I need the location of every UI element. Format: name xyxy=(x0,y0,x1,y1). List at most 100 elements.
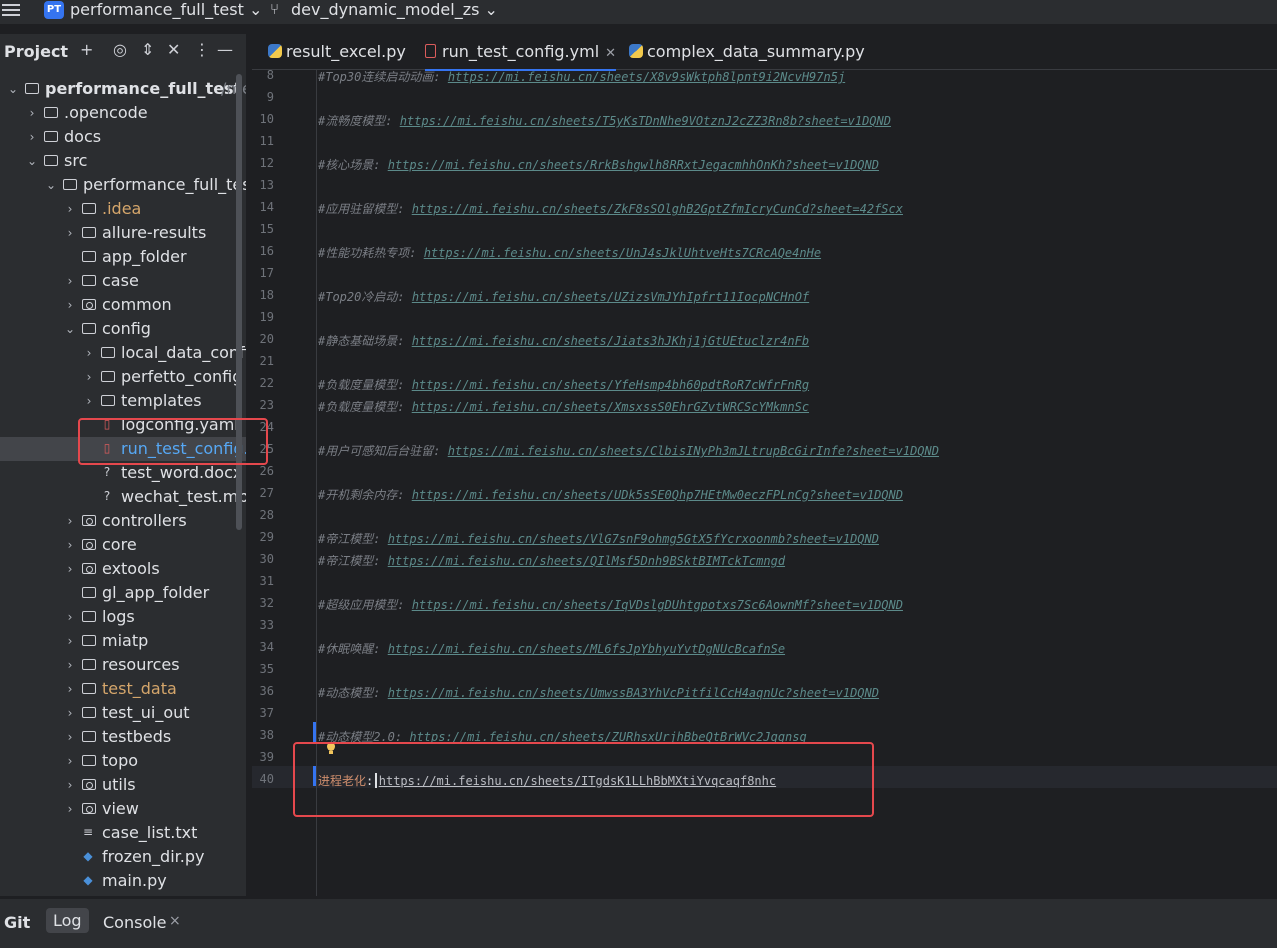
chevron-down-icon[interactable]: ⌄ xyxy=(25,149,39,173)
code-line[interactable]: #休眠唤醒: https://mi.feishu.cn/sheets/ML6fs… xyxy=(318,640,785,657)
code-line[interactable]: #用户可感知后台驻留: https://mi.feishu.cn/sheets/… xyxy=(318,442,939,459)
target-icon[interactable]: ◎ xyxy=(113,40,127,59)
close-icon[interactable]: ✕ xyxy=(605,46,616,61)
git-tool-title[interactable]: Git xyxy=(4,913,30,932)
tree-item[interactable]: › testbeds xyxy=(0,725,246,749)
expand-icon[interactable]: ⇕ xyxy=(141,40,154,59)
add-icon[interactable]: + xyxy=(80,40,93,59)
chevron-right-icon[interactable]: › xyxy=(63,533,77,557)
tree-item[interactable]: › docs xyxy=(0,125,246,149)
tree-item[interactable]: ≡ case_list.txt xyxy=(0,821,246,845)
chevron-right-icon[interactable]: › xyxy=(63,605,77,629)
chevron-right-icon[interactable]: › xyxy=(63,509,77,533)
tab-log[interactable]: Log xyxy=(46,908,89,933)
code-url[interactable]: https://mi.feishu.cn/sheets/ClbisINyPh3m… xyxy=(448,444,939,458)
code-url[interactable]: https://mi.feishu.cn/sheets/UnJ4sJklUhtv… xyxy=(424,246,821,260)
code-url[interactable]: https://mi.feishu.cn/sheets/IqVDslgDUhtg… xyxy=(412,598,903,612)
tree-item[interactable]: › allure-results xyxy=(0,221,246,245)
chevron-right-icon[interactable]: › xyxy=(63,197,77,221)
code-line[interactable]: #应用驻留模型: https://mi.feishu.cn/sheets/ZkF… xyxy=(318,200,903,217)
tree-item[interactable]: › templates xyxy=(0,389,246,413)
change-marker[interactable] xyxy=(313,722,316,742)
tab-console[interactable]: Console xyxy=(103,913,167,932)
branch-switcher[interactable]: dev_dynamic_model_zs ⌄ xyxy=(291,0,498,19)
tree-item[interactable]: ◆ frozen_dir.py xyxy=(0,845,246,869)
code-line[interactable]: #负载度量模型: https://mi.feishu.cn/sheets/Xms… xyxy=(318,398,809,415)
close-icon[interactable]: × xyxy=(169,913,181,929)
chevron-down-icon[interactable]: ⌄ xyxy=(44,173,58,197)
tree-item[interactable]: ? wechat_test.mp4 xyxy=(0,485,246,509)
tree-item[interactable]: › topo xyxy=(0,749,246,773)
tree-item[interactable]: › test_data xyxy=(0,677,246,701)
branch-icon[interactable]: ⑂ xyxy=(270,0,279,18)
tree-item[interactable]: › common xyxy=(0,293,246,317)
code-url[interactable]: https://mi.feishu.cn/sheets/UZizsVmJYhIp… xyxy=(412,290,809,304)
code-url[interactable]: https://mi.feishu.cn/sheets/RrkBshgwlh8R… xyxy=(388,158,879,172)
tree-item[interactable]: ⌄ performance_full_test/me xyxy=(0,77,246,101)
minimize-icon[interactable]: — xyxy=(217,40,233,59)
tab-complex-data-summary[interactable]: complex_data_summary.py xyxy=(629,34,865,69)
chevron-right-icon[interactable]: › xyxy=(63,293,77,317)
chevron-right-icon[interactable]: › xyxy=(25,125,39,149)
code-line[interactable]: #动态模型: https://mi.feishu.cn/sheets/Umwss… xyxy=(318,684,879,701)
code-url[interactable]: https://mi.feishu.cn/sheets/QIlMsf5Dnh9B… xyxy=(388,554,785,568)
tree-item[interactable]: › core xyxy=(0,533,246,557)
tree-item[interactable]: ◆ main.py xyxy=(0,869,246,893)
chevron-right-icon[interactable]: › xyxy=(25,101,39,125)
tree-item[interactable]: › .idea xyxy=(0,197,246,221)
chevron-right-icon[interactable]: › xyxy=(82,365,96,389)
tree-item[interactable]: › view xyxy=(0,797,246,821)
chevron-right-icon[interactable]: › xyxy=(63,557,77,581)
tree-item[interactable]: ⌄ src xyxy=(0,149,246,173)
chevron-right-icon[interactable]: › xyxy=(63,725,77,749)
chevron-right-icon[interactable]: › xyxy=(63,797,77,821)
code-line[interactable]: #静态基础场景: https://mi.feishu.cn/sheets/Jia… xyxy=(318,332,809,349)
code-line[interactable]: #帝江模型: https://mi.feishu.cn/sheets/QIlMs… xyxy=(318,552,785,569)
tree-item[interactable]: › miatp xyxy=(0,629,246,653)
code-url[interactable]: https://mi.feishu.cn/sheets/Jiats3hJKhj1… xyxy=(412,334,809,348)
more-icon[interactable]: ⋮ xyxy=(194,40,210,59)
code-url[interactable]: https://mi.feishu.cn/sheets/UmwssBA3YhVc… xyxy=(388,686,879,700)
code-line[interactable]: #性能功耗热专项: https://mi.feishu.cn/sheets/Un… xyxy=(318,244,821,261)
chevron-right-icon[interactable]: › xyxy=(82,341,96,365)
code-url[interactable]: https://mi.feishu.cn/sheets/ZkF8sSOlghB2… xyxy=(412,202,903,216)
collapse-icon[interactable]: ✕ xyxy=(167,40,180,59)
code-url[interactable]: https://mi.feishu.cn/sheets/ML6fsJpYbhyu… xyxy=(388,642,785,656)
tree-item[interactable]: › test_ui_out xyxy=(0,701,246,725)
code-line[interactable]: #帝江模型: https://mi.feishu.cn/sheets/VlG7s… xyxy=(318,530,879,547)
code-line[interactable]: #Top30连续启动动画: https://mi.feishu.cn/sheet… xyxy=(318,68,845,85)
tree-item[interactable]: › local_data_config xyxy=(0,341,246,365)
code-line[interactable]: #超级应用模型: https://mi.feishu.cn/sheets/IqV… xyxy=(318,596,903,613)
tree-item[interactable]: › logs xyxy=(0,605,246,629)
chevron-right-icon[interactable]: › xyxy=(63,773,77,797)
tree-item[interactable]: › controllers xyxy=(0,509,246,533)
tree-item[interactable]: ⌄ performance_full_test xyxy=(0,173,246,197)
code-url[interactable]: https://mi.feishu.cn/sheets/T5yKsTDnNhe9… xyxy=(400,114,891,128)
tree-item[interactable]: › .opencode xyxy=(0,101,246,125)
code-line[interactable]: #流畅度模型: https://mi.feishu.cn/sheets/T5yK… xyxy=(318,112,891,129)
code-line[interactable]: #Top20冷启动: https://mi.feishu.cn/sheets/U… xyxy=(318,288,809,305)
project-panel-title[interactable]: Project xyxy=(4,42,68,61)
main-menu-icon[interactable] xyxy=(2,2,20,18)
chevron-right-icon[interactable]: › xyxy=(63,269,77,293)
chevron-down-icon[interactable]: ⌄ xyxy=(6,77,20,101)
tree-item[interactable]: app_folder xyxy=(0,245,246,269)
tab-result-excel[interactable]: result_excel.py xyxy=(268,34,406,69)
code-url[interactable]: https://mi.feishu.cn/sheets/X8v9sWktph8l… xyxy=(448,70,845,84)
chevron-right-icon[interactable]: › xyxy=(63,221,77,245)
code-url[interactable]: https://mi.feishu.cn/sheets/VlG7snF9ohmg… xyxy=(388,532,879,546)
tree-item[interactable]: › resources xyxy=(0,653,246,677)
chevron-right-icon[interactable]: › xyxy=(63,701,77,725)
tree-item[interactable]: › perfetto_config xyxy=(0,365,246,389)
tree-item[interactable]: › extools xyxy=(0,557,246,581)
code-line[interactable]: #负载度量模型: https://mi.feishu.cn/sheets/Yfe… xyxy=(318,376,809,393)
chevron-right-icon[interactable]: › xyxy=(63,629,77,653)
chevron-right-icon[interactable]: › xyxy=(63,653,77,677)
chevron-right-icon[interactable]: › xyxy=(63,677,77,701)
tree-item[interactable]: › utils xyxy=(0,773,246,797)
chevron-right-icon[interactable]: › xyxy=(63,749,77,773)
tab-run-test-config[interactable]: run_test_config.yml ✕ xyxy=(425,34,617,71)
chevron-right-icon[interactable]: › xyxy=(82,389,96,413)
project-switcher[interactable]: performance_full_test ⌄ xyxy=(70,0,262,19)
project-badge[interactable]: PT xyxy=(44,1,64,19)
